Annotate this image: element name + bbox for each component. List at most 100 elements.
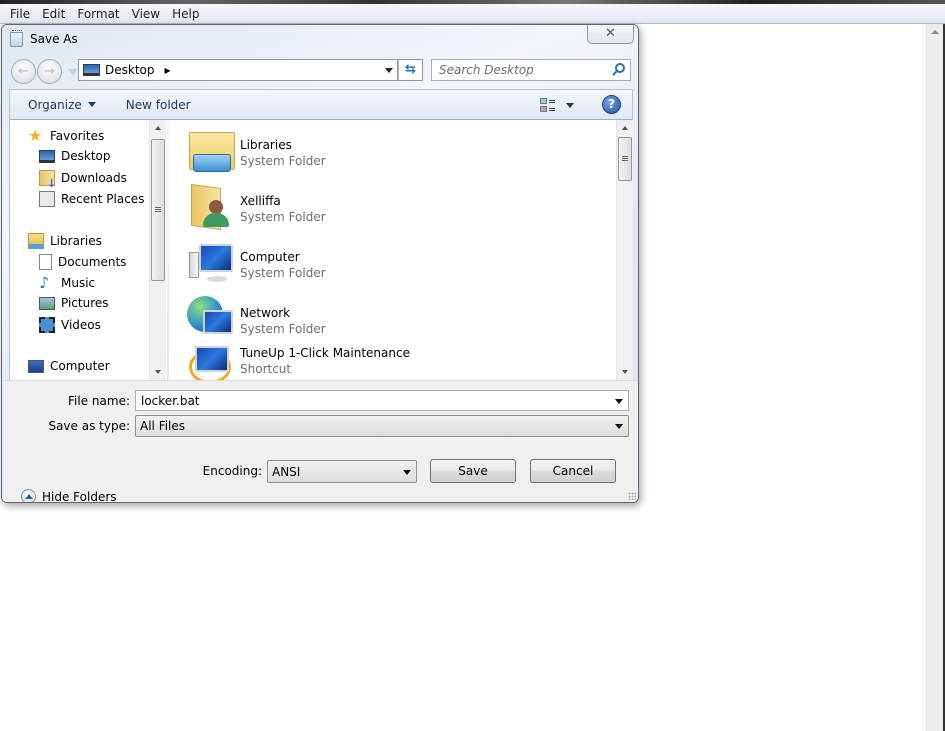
chevron-down-icon bbox=[87, 102, 96, 107]
search-icon[interactable] bbox=[615, 63, 625, 73]
file-type: System Folder bbox=[240, 322, 326, 336]
menu-help[interactable]: Help bbox=[166, 7, 205, 21]
save-as-type-select[interactable]: All Files bbox=[135, 415, 629, 437]
menu-format[interactable]: Format bbox=[71, 7, 125, 21]
file-item-libraries[interactable]: Libraries System Folder bbox=[187, 126, 326, 178]
refresh-button[interactable]: ⇆ bbox=[398, 59, 423, 81]
nav-desktop[interactable]: Desktop bbox=[39, 149, 111, 163]
save-as-type-label: Save as type: bbox=[48, 419, 130, 433]
close-button[interactable]: ✕ bbox=[587, 25, 634, 44]
nav-favorites[interactable]: ★ Favorites bbox=[28, 128, 104, 144]
file-list: Libraries System Folder Xelliffa System Fo… bbox=[169, 120, 616, 380]
command-toolbar: Organize New folder ? bbox=[9, 89, 633, 120]
file-list-scrollbar[interactable] bbox=[616, 120, 633, 380]
user-folder-icon bbox=[187, 182, 235, 231]
navigation-pane-scrollbar[interactable] bbox=[149, 120, 166, 380]
nav-downloads[interactable]: ↓ Downloads bbox=[39, 170, 127, 190]
file-name: Xelliffa bbox=[240, 194, 281, 208]
nav-computer[interactable]: Computer bbox=[28, 359, 110, 373]
menu-file[interactable]: File bbox=[4, 7, 36, 21]
search-placeholder: Search Desktop bbox=[439, 63, 534, 77]
navigation-pane: ★ Favorites Desktop ↓ Downloads Recent P… bbox=[9, 120, 167, 380]
scroll-up-arrow-icon[interactable] bbox=[931, 30, 939, 34]
change-view-icon[interactable] bbox=[540, 98, 556, 113]
chevron-down-icon[interactable] bbox=[615, 398, 623, 404]
scroll-up-arrow-icon[interactable] bbox=[155, 126, 161, 130]
pictures-icon bbox=[39, 296, 55, 310]
file-type: System Folder bbox=[240, 266, 326, 280]
file-item-tuneup[interactable]: TuneUp 1-Click Maintenance Shortcut bbox=[187, 342, 410, 380]
nav-recent-places[interactable]: Recent Places bbox=[39, 191, 144, 207]
recent-places-icon bbox=[39, 191, 55, 207]
file-name-value: locker.bat bbox=[141, 393, 200, 408]
cancel-button[interactable]: Cancel bbox=[530, 459, 616, 483]
nav-documents[interactable]: Documents bbox=[39, 254, 126, 270]
menu-view[interactable]: View bbox=[126, 7, 166, 21]
scroll-up-arrow-icon[interactable] bbox=[622, 126, 628, 130]
nav-pictures[interactable]: Pictures bbox=[39, 296, 109, 310]
nav-videos[interactable]: Videos bbox=[39, 317, 101, 333]
search-input[interactable]: Search Desktop bbox=[431, 59, 631, 81]
breadcrumb-chevron-icon[interactable]: ▶ bbox=[165, 66, 171, 75]
scroll-down-arrow-icon[interactable] bbox=[155, 370, 161, 374]
downloads-icon: ↓ bbox=[39, 170, 56, 190]
close-icon: ✕ bbox=[605, 26, 616, 41]
file-name-input[interactable]: locker.bat bbox=[135, 390, 629, 411]
file-name: Computer bbox=[240, 250, 300, 264]
resize-grip[interactable] bbox=[628, 492, 636, 500]
file-type: System Folder bbox=[240, 210, 326, 224]
organize-button[interactable]: Organize bbox=[28, 98, 96, 112]
scroll-thumb[interactable] bbox=[618, 137, 632, 181]
desktop-icon bbox=[39, 149, 55, 163]
encoding-value: ANSI bbox=[272, 464, 301, 479]
recent-locations-dropdown[interactable] bbox=[68, 69, 78, 75]
encoding-label: Encoding: bbox=[202, 464, 262, 478]
videos-icon bbox=[39, 317, 55, 333]
forward-button[interactable]: → bbox=[37, 59, 62, 84]
chevron-down-icon bbox=[403, 469, 411, 475]
chevron-up-icon bbox=[21, 489, 36, 502]
tuneup-shortcut-icon bbox=[187, 342, 235, 380]
file-name: TuneUp 1-Click Maintenance bbox=[240, 346, 410, 360]
nav-libraries[interactable]: Libraries bbox=[28, 233, 102, 249]
libraries-icon bbox=[28, 233, 44, 249]
save-as-dialog: Save As ✕ ← → Desktop ▶ ⇆ Search Desktop… bbox=[1, 24, 639, 503]
nav-music[interactable]: ♪ Music bbox=[39, 275, 95, 291]
refresh-icon: ⇆ bbox=[405, 62, 416, 77]
file-name-label: File name: bbox=[68, 394, 130, 408]
view-options-dropdown[interactable] bbox=[566, 103, 574, 108]
save-button[interactable]: Save bbox=[430, 459, 516, 483]
address-bar[interactable]: Desktop ▶ bbox=[78, 59, 398, 81]
computer-icon bbox=[28, 359, 44, 373]
chevron-down-icon bbox=[615, 424, 623, 429]
save-as-type-value: All Files bbox=[140, 419, 186, 433]
new-folder-button[interactable]: New folder bbox=[126, 98, 191, 112]
computer-icon bbox=[187, 238, 235, 286]
dialog-title: Save As bbox=[30, 32, 78, 46]
file-item-xelliffa[interactable]: Xelliffa System Folder bbox=[187, 182, 326, 234]
file-name: Libraries bbox=[240, 138, 292, 152]
address-dropdown-icon[interactable] bbox=[385, 68, 393, 73]
star-icon: ★ bbox=[28, 126, 43, 145]
file-item-network[interactable]: Network System Folder bbox=[187, 294, 326, 346]
back-button[interactable]: ← bbox=[11, 59, 36, 84]
encoding-select[interactable]: ANSI bbox=[267, 460, 417, 483]
scroll-down-arrow-icon[interactable] bbox=[622, 370, 628, 374]
menu-edit[interactable]: Edit bbox=[36, 7, 71, 21]
network-icon bbox=[187, 294, 235, 342]
arrow-left-icon: ← bbox=[18, 64, 29, 79]
file-type: Shortcut bbox=[240, 362, 292, 376]
music-icon: ♪ bbox=[39, 273, 50, 292]
scroll-thumb[interactable] bbox=[151, 139, 165, 281]
libraries-folder-icon bbox=[187, 126, 235, 174]
documents-icon bbox=[39, 254, 52, 270]
save-options-panel: File name: locker.bat Save as type: All … bbox=[3, 380, 638, 502]
address-location[interactable]: Desktop bbox=[105, 63, 155, 77]
file-item-computer[interactable]: Computer System Folder bbox=[187, 238, 326, 290]
help-button[interactable]: ? bbox=[602, 95, 621, 114]
editor-vertical-scrollbar[interactable] bbox=[926, 24, 943, 731]
hide-folders-button[interactable]: Hide Folders bbox=[21, 489, 117, 502]
notepad-icon bbox=[10, 30, 23, 47]
file-name: Network bbox=[240, 306, 291, 320]
menu-bar: File Edit Format View Help bbox=[0, 4, 945, 24]
